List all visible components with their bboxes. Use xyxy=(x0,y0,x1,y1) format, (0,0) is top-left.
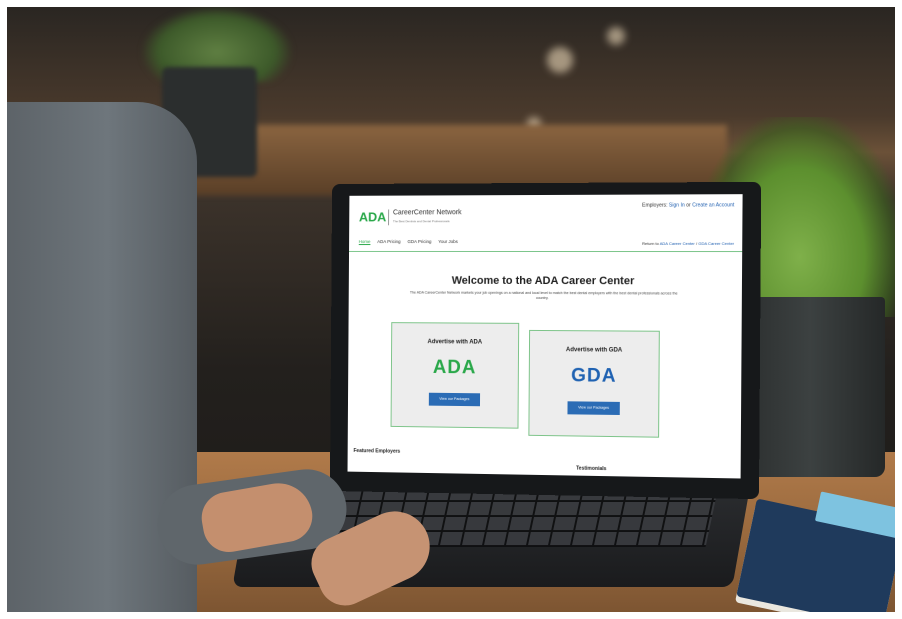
sign-in-link[interactable]: Sign In xyxy=(669,202,685,208)
gda-career-center-link[interactable]: GDA Career Center xyxy=(698,241,734,246)
ada-logo[interactable]: ADA xyxy=(359,209,386,224)
advertise-ada-title: Advertise with ADA xyxy=(427,339,483,346)
nav-ada-pricing[interactable]: ADA Pricing xyxy=(377,239,400,245)
nav-gda-pricing[interactable]: GDA Pricing xyxy=(407,239,431,245)
create-account-link[interactable]: Create an Account xyxy=(692,202,734,208)
advertise-gda-title: Advertise with GDA xyxy=(565,347,623,354)
or-text: or xyxy=(686,202,691,209)
website-screen: ADA CareerCenter Network The Best Dentis… xyxy=(347,194,743,479)
employers-label: Employers: xyxy=(642,202,668,209)
ada-card-logo: ADA xyxy=(432,357,477,379)
return-links: Return to ADA Career Center / GDA Career… xyxy=(642,241,734,246)
page-title: Welcome to the ADA Career Center xyxy=(451,274,635,288)
main-nav: Home ADA Pricing GDA Pricing Your Jobs xyxy=(358,239,458,246)
brand-name: CareerCenter Network xyxy=(392,209,462,217)
testimonials-heading: Testimonials xyxy=(576,465,607,473)
page-description: The ADA CareerCenter Network markets you… xyxy=(409,290,678,301)
return-separator: / xyxy=(695,240,698,246)
header-divider xyxy=(349,250,743,253)
return-label: Return to xyxy=(642,240,659,246)
ada-career-center-link[interactable]: ADA Career Center xyxy=(660,241,695,246)
ada-packages-button[interactable]: View our Packages xyxy=(428,392,481,407)
employer-links: Employers: Sign In or Create an Account xyxy=(642,202,734,208)
nav-your-jobs[interactable]: Your Jobs xyxy=(438,239,458,245)
advertise-ada-card: Advertise with ADA ADA View our Packages xyxy=(390,322,520,429)
gda-packages-button[interactable]: View our Packages xyxy=(567,401,620,415)
site-header: ADA CareerCenter Network The Best Dentis… xyxy=(349,194,743,246)
brand-subtitle: The Best Dentists and Dental Professiona… xyxy=(392,219,450,224)
featured-employers-heading: Featured Employers xyxy=(353,448,401,455)
advertise-gda-card: Advertise with GDA GDA View our Packages xyxy=(528,329,660,438)
laptop-screen-bezel: ADA CareerCenter Network The Best Dentis… xyxy=(329,181,762,500)
photo-scene: ADA CareerCenter Network The Best Dentis… xyxy=(7,7,895,612)
gda-card-logo: GDA xyxy=(571,365,617,387)
brand-block: CareerCenter Network The Best Dentists a… xyxy=(388,209,462,226)
nav-home[interactable]: Home xyxy=(358,239,371,246)
